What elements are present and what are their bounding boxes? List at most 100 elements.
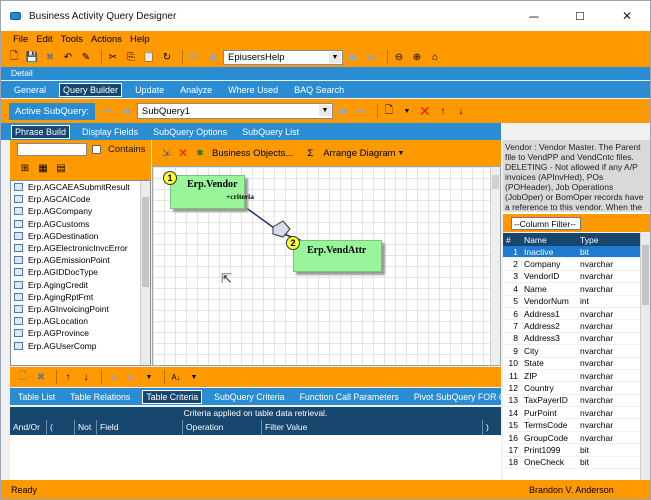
column-row[interactable]: 13 TaxPayerID nvarchar bbox=[503, 395, 650, 408]
chevron-down-icon[interactable]: ▼ bbox=[400, 105, 414, 118]
table-list-item[interactable]: Erp.AGUserComp bbox=[11, 339, 150, 351]
forward-icon[interactable]: ⊕ bbox=[410, 51, 424, 64]
subquery-combo[interactable]: SubQuery1 ▼ bbox=[136, 103, 333, 119]
table-list-item[interactable]: Erp.AgingCredit bbox=[11, 279, 150, 291]
table-node-vendor[interactable]: 1 Erp.Vendor +criteria bbox=[163, 171, 254, 209]
column-grid[interactable]: # Name Type 1 Inactive bit 2 Company nvarchar… bbox=[503, 233, 650, 480]
tab-general[interactable]: General bbox=[11, 84, 49, 96]
tab-baq-search[interactable]: BAQ Search bbox=[291, 84, 347, 96]
column-grid-scrollbar[interactable] bbox=[640, 233, 650, 480]
pointer-tool-icon[interactable]: ⇲ bbox=[162, 148, 170, 159]
tab-table-criteria[interactable]: Table Criteria bbox=[142, 389, 203, 404]
query-diagram-canvas[interactable]: 1 Erp.Vendor +criteria 2 Erp.VendAttr ⇱ bbox=[152, 166, 501, 366]
sigma-button[interactable]: Σ bbox=[307, 148, 313, 159]
column-filter-input[interactable]: --Column Filter-- bbox=[511, 217, 581, 230]
column-row[interactable]: 5 VendorNum int bbox=[503, 296, 650, 308]
tab-analyze[interactable]: Analyze bbox=[177, 84, 215, 96]
tab-subquery-criteria[interactable]: SubQuery Criteria bbox=[211, 391, 287, 403]
sort-icon[interactable]: A↓ bbox=[169, 371, 183, 384]
eraser-icon[interactable]: ✎ bbox=[79, 51, 93, 64]
tab-table-relations[interactable]: Table Relations bbox=[67, 391, 133, 403]
chevron-down-icon[interactable]: ▼ bbox=[318, 105, 331, 116]
column-header-name[interactable]: Name bbox=[521, 235, 577, 245]
menu-file[interactable]: File bbox=[13, 34, 28, 45]
tab-function-call-parameters[interactable]: Function Call Parameters bbox=[297, 391, 402, 403]
table-list-item[interactable]: Erp.AGCustoms bbox=[11, 218, 150, 230]
move-up-icon[interactable]: ↑ bbox=[436, 105, 450, 118]
indent-right-icon[interactable]: ▸ bbox=[124, 371, 138, 384]
criteria-grid[interactable]: And/Or ( Not Field Operation Filter Valu… bbox=[10, 420, 501, 480]
column-row[interactable]: 9 City nvarchar bbox=[503, 345, 650, 358]
join-diamond-icon[interactable] bbox=[272, 220, 291, 238]
first-record-icon[interactable]: ⏮ bbox=[187, 51, 201, 64]
tab-subquery-options[interactable]: SubQuery Options bbox=[150, 126, 230, 138]
column-row[interactable]: 7 Address2 nvarchar bbox=[503, 320, 650, 333]
contains-checkbox[interactable] bbox=[92, 145, 101, 154]
save-icon[interactable]: 💾 bbox=[25, 51, 39, 64]
table-filter-input[interactable] bbox=[17, 143, 87, 156]
column-header-close-paren[interactable]: ) bbox=[483, 420, 501, 435]
tab-subquery-list[interactable]: SubQuery List bbox=[239, 126, 302, 138]
column-row[interactable]: 1 Inactive bit bbox=[503, 246, 650, 259]
refresh-icon[interactable]: ↻ bbox=[160, 51, 174, 64]
tab-update[interactable]: Update bbox=[132, 84, 167, 96]
chevron-down-icon[interactable]: ▼ bbox=[187, 371, 201, 384]
column-row[interactable]: 15 TermsCode nvarchar bbox=[503, 419, 650, 432]
move-down-icon[interactable]: ↓ bbox=[79, 371, 93, 384]
table-node-vendattr[interactable]: 2 Erp.VendAttr bbox=[286, 236, 382, 272]
close-button[interactable]: ✕ bbox=[604, 1, 650, 31]
column-row[interactable]: 6 Address1 nvarchar bbox=[503, 308, 650, 321]
tab-table-list[interactable]: Table List bbox=[15, 391, 58, 403]
tab-phrase-build[interactable]: Phrase Build bbox=[11, 124, 71, 139]
table-list-item[interactable]: Erp.AGCAICode bbox=[11, 193, 150, 205]
table-list-item[interactable]: Erp.AGProvince bbox=[11, 327, 150, 339]
table-list[interactable]: Erp.AGCAEASubmitResult Erp.AGCAICode Erp.A… bbox=[10, 180, 151, 366]
grid-view-icon[interactable]: ▦ bbox=[36, 162, 50, 175]
column-row[interactable]: 2 Company nvarchar bbox=[503, 258, 650, 271]
column-header-field[interactable]: Field bbox=[97, 420, 183, 435]
column-row[interactable]: 10 State nvarchar bbox=[503, 358, 650, 370]
table-list-item[interactable]: Erp.AGIDDocType bbox=[11, 266, 150, 278]
table-list-scrollbar[interactable] bbox=[140, 181, 150, 365]
table-list-item[interactable]: Erp.AGCAEASubmitResult bbox=[11, 181, 150, 193]
scrollbar-thumb[interactable] bbox=[642, 245, 649, 305]
column-header-and-or[interactable]: And/Or bbox=[10, 420, 47, 435]
table-list-item[interactable]: Erp.AGEmissionPoint bbox=[11, 254, 150, 266]
add-criteria-icon[interactable]: 🗋 bbox=[16, 371, 30, 384]
scrollbar-thumb[interactable] bbox=[492, 175, 499, 189]
column-header-filter-value[interactable]: Filter Value bbox=[262, 420, 483, 435]
column-row[interactable]: 11 ZIP nvarchar bbox=[503, 370, 650, 383]
last-subquery-icon[interactable]: ⏭ bbox=[355, 105, 369, 118]
delete-table-icon[interactable]: ✕ bbox=[178, 146, 188, 160]
delete-subquery-icon[interactable]: ✕ bbox=[418, 103, 432, 119]
delete-criteria-icon[interactable]: ✖ bbox=[34, 371, 48, 384]
column-header-operation[interactable]: Operation bbox=[183, 420, 262, 435]
menu-actions[interactable]: Actions bbox=[91, 34, 122, 45]
table-list-item[interactable]: Erp.AGInvoicingPoint bbox=[11, 303, 150, 315]
menu-edit[interactable]: Edit bbox=[36, 34, 52, 45]
chevron-down-icon[interactable]: ▼ bbox=[142, 371, 156, 384]
column-row[interactable]: 12 Country nvarchar bbox=[503, 382, 650, 395]
menu-tools[interactable]: Tools bbox=[61, 34, 83, 45]
first-subquery-icon[interactable]: ⏮ bbox=[101, 105, 115, 118]
undo-icon[interactable]: ↶ bbox=[61, 51, 75, 64]
new-subquery-icon[interactable]: 🗋 bbox=[382, 105, 396, 118]
menu-help[interactable]: Help bbox=[130, 34, 150, 45]
next-subquery-icon[interactable]: ▶ bbox=[337, 105, 351, 118]
column-row[interactable]: 18 OneCheck bit bbox=[503, 457, 650, 470]
table-list-item[interactable]: Erp.AgingRptFmt bbox=[11, 291, 150, 303]
table-list-item[interactable]: Erp.AGCompany bbox=[11, 205, 150, 217]
column-row[interactable]: 8 Address3 nvarchar bbox=[503, 333, 650, 346]
previous-record-icon[interactable]: ◀ bbox=[205, 51, 219, 64]
table-view-icon[interactable]: ▤ bbox=[54, 162, 68, 175]
tab-display-fields[interactable]: Display Fields bbox=[79, 126, 141, 138]
column-header-open-paren[interactable]: ( bbox=[47, 420, 75, 435]
tab-query-builder[interactable]: Query Builder bbox=[59, 82, 123, 97]
column-row[interactable]: 17 Print1099 bit bbox=[503, 444, 650, 457]
indent-left-icon[interactable]: ◂ bbox=[106, 371, 120, 384]
move-up-icon[interactable]: ↑ bbox=[61, 371, 75, 384]
paste-icon[interactable]: 📋 bbox=[142, 51, 156, 64]
arrange-diagram-button[interactable]: Arrange Diagram bbox=[323, 148, 395, 159]
column-header-number[interactable]: # bbox=[503, 235, 521, 245]
move-down-icon[interactable]: ↓ bbox=[454, 105, 468, 118]
